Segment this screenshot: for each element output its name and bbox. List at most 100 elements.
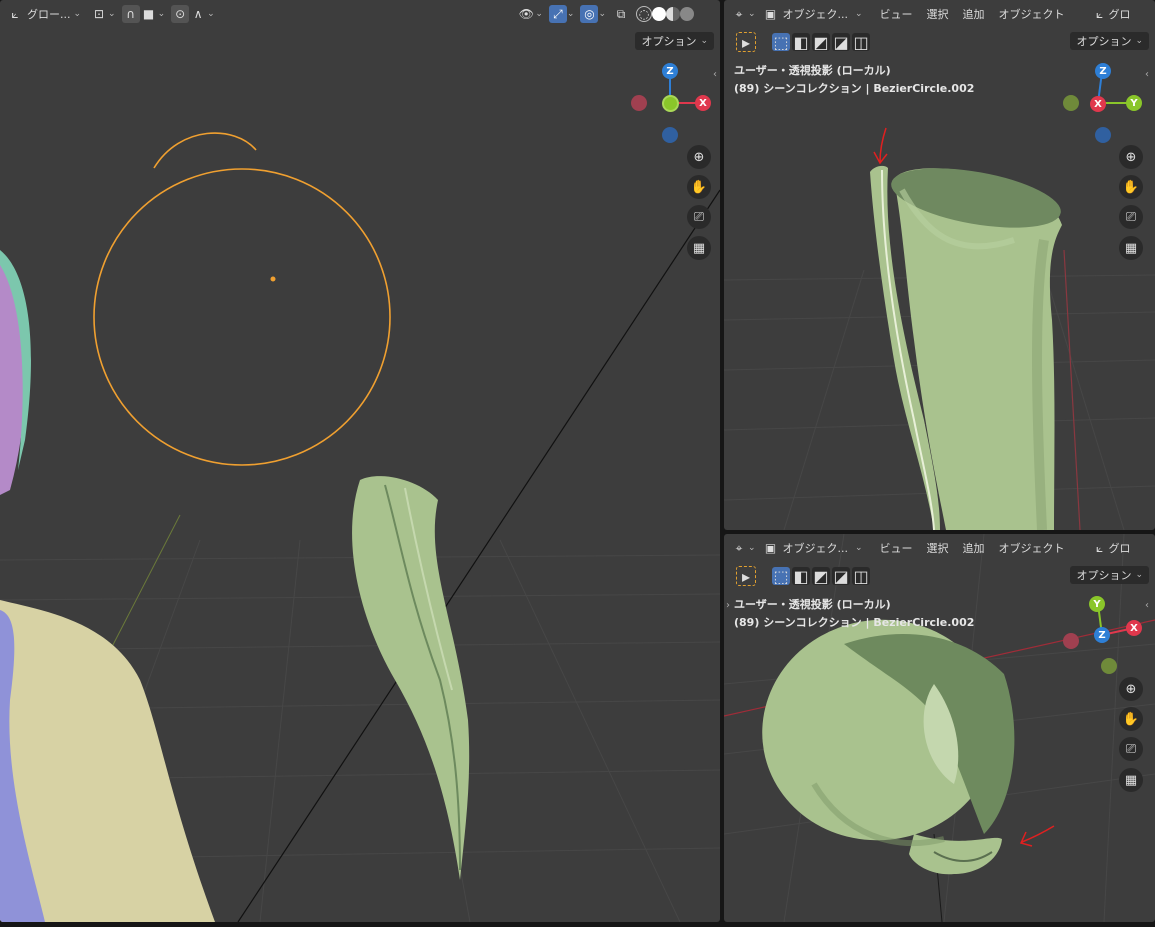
gizmo-x-axis[interactable]: X (695, 95, 711, 111)
select-subtract-icon[interactable]: ◩ (812, 33, 830, 52)
top-right-3d-viewport[interactable]: ⌖ ⌄ ▣ オブジェク... ⌄ ビュー 選択 追加 オブジェクト ⟀ グロ ▸ ⬚ … (724, 0, 1155, 530)
camera-icon[interactable]: ⎚ (1119, 737, 1143, 761)
bezier-circle-selected[interactable] (93, 168, 391, 466)
bottom-right-3d-viewport[interactable]: ⌖ ⌄ ▣ オブジェク... ⌄ ビュー 選択 追加 オブジェクト ⟀ グロ ▸ ⬚ … (724, 534, 1155, 922)
falloff-curve-icon: ∧ (193, 7, 203, 21)
chevron-down-icon: ⌄ (700, 36, 708, 46)
mode-dropdown[interactable]: ▣ オブジェク... ⌄ (762, 4, 866, 24)
top-viewport-header: ⌖ ⌄ ▣ オブジェク... ⌄ ビュー 選択 追加 オブジェクト ⟀ グロ (724, 0, 1155, 28)
select-extend-icon[interactable]: ◧ (792, 567, 810, 586)
rendered-shading-icon[interactable] (680, 7, 694, 21)
mode-dropdown[interactable]: ▣ オブジェク... ⌄ (762, 538, 866, 558)
gizmo-neg-y-axis[interactable] (1063, 95, 1079, 111)
menu-select[interactable]: 選択 (927, 6, 949, 22)
menu-select[interactable]: 選択 (927, 540, 949, 556)
options-label: オプション (641, 35, 697, 48)
toolbar-collapse-arrow-icon[interactable]: › (726, 600, 730, 611)
x-axis-line (1063, 249, 1081, 530)
zoom-icon[interactable]: ⊕ (1119, 145, 1143, 169)
menu-view[interactable]: ビュー (880, 540, 913, 556)
orientation-icon: ⟀ (1095, 6, 1104, 21)
transform-orientation-dropdown[interactable]: ⟀ グロ (1091, 538, 1131, 558)
select-new-icon[interactable]: ⬚ (772, 567, 790, 586)
camera-icon[interactable]: ⎚ (1119, 205, 1143, 229)
zoom-icon[interactable]: ⊕ (1119, 677, 1143, 701)
chevron-down-icon: ⌄ (748, 9, 756, 19)
menu-object[interactable]: オブジェクト (999, 6, 1065, 22)
editor-type-dropdown[interactable]: ⌖ ⌄ (730, 538, 756, 558)
editor-type-dropdown[interactable]: ⌖ ⌄ (730, 4, 756, 24)
gizmo-z-axis[interactable]: Z (1095, 63, 1111, 79)
editor-3d-icon: ⌖ (735, 6, 743, 21)
select-intersect-icon[interactable]: ◫ (852, 33, 870, 52)
select-new-icon[interactable]: ⬚ (772, 33, 790, 52)
gizmo-neg-z-axis[interactable] (1095, 127, 1111, 143)
menu-add[interactable]: 追加 (963, 6, 985, 22)
grid-ortho-icon[interactable]: ▦ (1119, 768, 1143, 792)
gizmo-x-axis[interactable]: X (1090, 96, 1106, 112)
select-extend-icon[interactable]: ◧ (792, 33, 810, 52)
solid-shading-icon[interactable] (652, 7, 666, 21)
select-subtract-icon[interactable]: ◩ (812, 567, 830, 586)
menu-view[interactable]: ビュー (880, 6, 913, 22)
select-box-tool-icon[interactable]: ▸ (736, 566, 756, 586)
hand-pan-icon[interactable]: ✋ (687, 175, 711, 199)
snap-magnet-icon: ∩ (121, 5, 140, 23)
select-difference-icon[interactable]: ◪ (832, 33, 850, 52)
material-shading-icon[interactable] (666, 7, 680, 21)
mode-label: オブジェク... (782, 542, 849, 555)
xray-icon: ⧉ (616, 6, 626, 21)
camera-icon[interactable]: ⎚ (687, 205, 711, 229)
visibility-dropdown[interactable]: 👁 ⌄ (517, 4, 543, 24)
menu-add[interactable]: 追加 (963, 540, 985, 556)
gizmo-z-axis[interactable]: Z (1094, 627, 1110, 643)
collection-path: (89) シーンコレクション | BezierCircle.002 (734, 616, 975, 629)
select-intersect-icon[interactable]: ◫ (852, 567, 870, 586)
gizmo-neg-x-axis[interactable] (1063, 633, 1079, 649)
options-dropdown[interactable]: オプション ⌄ (635, 32, 714, 50)
object-mode-icon: ▣ (764, 541, 777, 555)
gizmo-z-axis[interactable]: Z (662, 63, 678, 79)
gizmo-neg-z-axis[interactable] (662, 127, 678, 143)
select-box-tool-icon[interactable]: ▸ (736, 32, 756, 52)
snap-toggle[interactable]: ∩ ■ ⌄ (121, 4, 165, 24)
orientation-label: グロー... (27, 8, 71, 21)
menu-object[interactable]: オブジェクト (999, 540, 1065, 556)
main-3d-viewport[interactable]: ⟀ グロー... ⌄ ⊡ ⌄ ∩ ■ ⌄ ⊙ ∧ ⌄ 👁 ⌄ ⤢ ⌄ ◎ ⌄ ⧉ ◌ (0, 0, 720, 922)
xray-toggle[interactable]: ⧉ (612, 4, 630, 24)
gizmo-neg-y-axis[interactable] (1101, 658, 1117, 674)
proportional-edit[interactable]: ⊙ ∧ ⌄ (171, 4, 215, 24)
overlay-icon: ◎ (580, 5, 599, 23)
bezier-arc[interactable] (153, 132, 257, 169)
options-label: オプション (1076, 35, 1132, 48)
red-arrow-annotation (873, 127, 888, 165)
options-dropdown[interactable]: オプション ⌄ (1070, 32, 1149, 50)
gizmo-toggle[interactable]: ⤢ ⌄ (548, 4, 574, 24)
shading-modes[interactable]: ◌ (636, 4, 694, 24)
pivot-point-icon: ⊡ (94, 7, 105, 21)
gizmo-x-axis[interactable]: X (1126, 620, 1142, 636)
wireframe-shading-icon[interactable]: ◌ (636, 6, 652, 22)
sidebar-collapse-arrow-icon[interactable]: ‹ (1145, 69, 1149, 80)
hand-pan-icon[interactable]: ✋ (1119, 175, 1143, 199)
transform-orientation-dropdown[interactable]: ⟀ グロー... ⌄ (6, 4, 84, 24)
hand-pan-icon[interactable]: ✋ (1119, 707, 1143, 731)
grid-ortho-icon[interactable]: ▦ (1119, 236, 1143, 260)
chevron-down-icon: ⌄ (207, 9, 215, 19)
editor-3d-icon: ⌖ (735, 540, 743, 555)
grid-ortho-icon[interactable]: ▦ (687, 236, 711, 260)
select-difference-icon[interactable]: ◪ (832, 567, 850, 586)
options-dropdown[interactable]: オプション ⌄ (1070, 566, 1149, 584)
gizmo-y-axis[interactable] (662, 95, 679, 112)
gizmo-y-axis[interactable]: Y (1089, 596, 1105, 612)
main-viewport-header: ⟀ グロー... ⌄ ⊡ ⌄ ∩ ■ ⌄ ⊙ ∧ ⌄ 👁 ⌄ ⤢ ⌄ ◎ ⌄ ⧉ ◌ (0, 0, 720, 28)
sidebar-collapse-arrow-icon[interactable]: ‹ (1145, 600, 1149, 611)
pivot-dropdown[interactable]: ⊡ ⌄ (90, 4, 116, 24)
overlay-toggle[interactable]: ◎ ⌄ (580, 4, 606, 24)
gizmo-neg-x-axis[interactable] (631, 95, 647, 111)
transform-orientation-dropdown[interactable]: ⟀ グロ (1091, 4, 1131, 24)
gizmo-y-axis[interactable]: Y (1126, 95, 1142, 111)
sidebar-collapse-arrow-icon[interactable]: ‹ (713, 69, 717, 80)
view-name: ユーザー・透視投影 (ローカル) (734, 598, 891, 611)
zoom-icon[interactable]: ⊕ (687, 145, 711, 169)
